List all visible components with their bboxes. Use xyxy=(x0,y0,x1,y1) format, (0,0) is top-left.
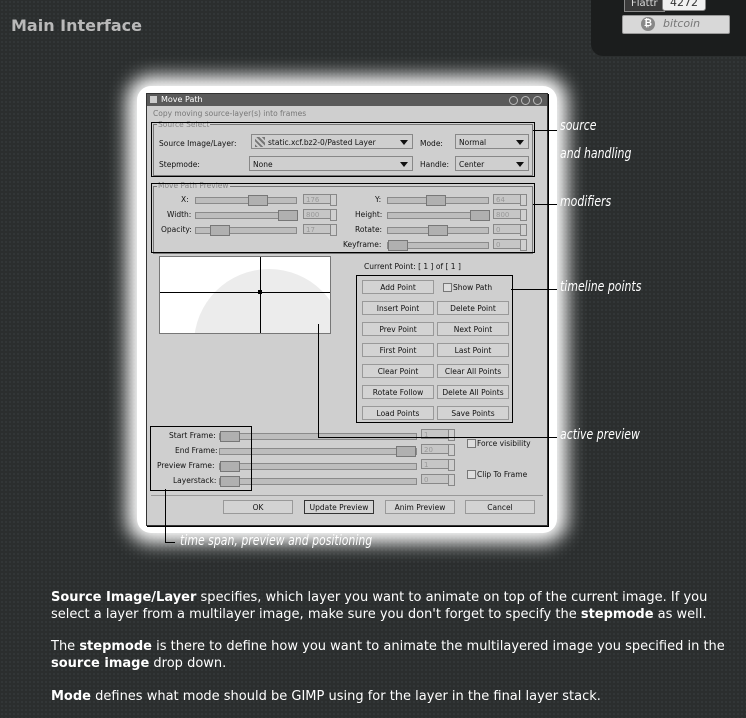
button-separator xyxy=(151,495,543,496)
window-menu-icon[interactable] xyxy=(150,96,157,103)
preview-leader-horizontal xyxy=(318,437,557,438)
preview-layer-shape xyxy=(194,269,330,333)
annotation-time-span: time span, preview and positioning xyxy=(180,533,373,549)
flattr-button[interactable]: Flattr xyxy=(624,0,665,12)
desc-text: is there to define how you want to anima… xyxy=(152,639,725,654)
window-subtitle: Copy moving source-layer(s) into frames xyxy=(153,109,307,118)
bitcoin-icon: ₿ xyxy=(641,17,655,31)
timespan-highlight-box xyxy=(150,426,252,491)
annotation-source: source xyxy=(560,118,597,134)
desc-text: drop down. xyxy=(149,656,227,671)
layerstack-spinbox[interactable]: 0 xyxy=(421,474,455,486)
end-frame-spinbox[interactable]: 20 xyxy=(421,444,455,456)
timespan-leader-vertical xyxy=(165,489,166,542)
timeline-leader-line xyxy=(511,289,557,290)
force-visibility-checkbox[interactable] xyxy=(467,439,476,448)
force-visibility-label: Force visibility xyxy=(477,439,531,448)
modifiers-highlight-box xyxy=(151,183,535,253)
timespan-leader-horizontal xyxy=(165,542,175,543)
window-titlebar: Move Path xyxy=(147,94,547,106)
annotation-active-preview: active preview xyxy=(560,427,640,443)
desc-text: as well. xyxy=(653,607,707,622)
close-icon[interactable] xyxy=(533,96,542,105)
preview-frame-spinbox[interactable]: 1 xyxy=(421,459,455,471)
crosshair-vertical xyxy=(260,257,261,333)
desc-text: The xyxy=(51,639,80,654)
term-mode: Mode xyxy=(51,689,91,704)
modifiers-leader-line xyxy=(533,204,557,205)
bitcoin-label: bitcoin xyxy=(663,17,701,30)
description-paragraph-1: Source Image/Layer specifies, which laye… xyxy=(51,589,741,623)
window-title: Move Path xyxy=(161,95,203,104)
preview-leader-vertical xyxy=(318,324,319,437)
crosshair-horizontal xyxy=(160,292,330,293)
term-stepmode: stepmode xyxy=(580,607,654,622)
clip-to-frame-checkbox[interactable] xyxy=(467,470,476,479)
anim-preview-button[interactable]: Anim Preview xyxy=(385,500,455,514)
path-preview-canvas[interactable] xyxy=(159,256,331,334)
end-frame-slider-knob[interactable] xyxy=(396,446,416,457)
annotation-handling: and handling xyxy=(560,146,632,162)
timeline-highlight-box xyxy=(356,275,513,423)
current-point: Current Point: [ 1 ] of [ 1 ] xyxy=(364,262,461,271)
cancel-button[interactable]: Cancel xyxy=(465,500,535,514)
description-paragraph-3: Mode defines what mode should be GIMP us… xyxy=(51,688,741,705)
bitcoin-button[interactable]: ₿ bitcoin xyxy=(622,15,730,34)
source-leader-line xyxy=(533,130,557,131)
source-highlight-box xyxy=(151,122,535,177)
minimize-icon[interactable] xyxy=(521,96,530,105)
description-paragraph-2: The stepmode is there to define how you … xyxy=(51,638,741,672)
term-source-image-layer: Source Image/Layer xyxy=(51,590,197,605)
annotation-modifiers: modifiers xyxy=(560,194,612,210)
clip-to-frame-label: Clip To Frame xyxy=(477,470,528,479)
page-title: Main Interface xyxy=(11,16,142,35)
annotation-timeline: timeline points xyxy=(560,279,642,295)
path-point-marker[interactable] xyxy=(258,290,262,294)
term-stepmode: stepmode xyxy=(79,639,152,654)
term-source-image: source image xyxy=(51,656,150,671)
flattr-count: 4272 xyxy=(662,0,706,11)
desc-text: defines what mode should be GIMP using f… xyxy=(91,689,601,704)
ok-button[interactable]: OK xyxy=(223,500,293,514)
update-preview-button[interactable]: Update Preview xyxy=(304,500,374,514)
help-icon[interactable] xyxy=(509,96,518,105)
